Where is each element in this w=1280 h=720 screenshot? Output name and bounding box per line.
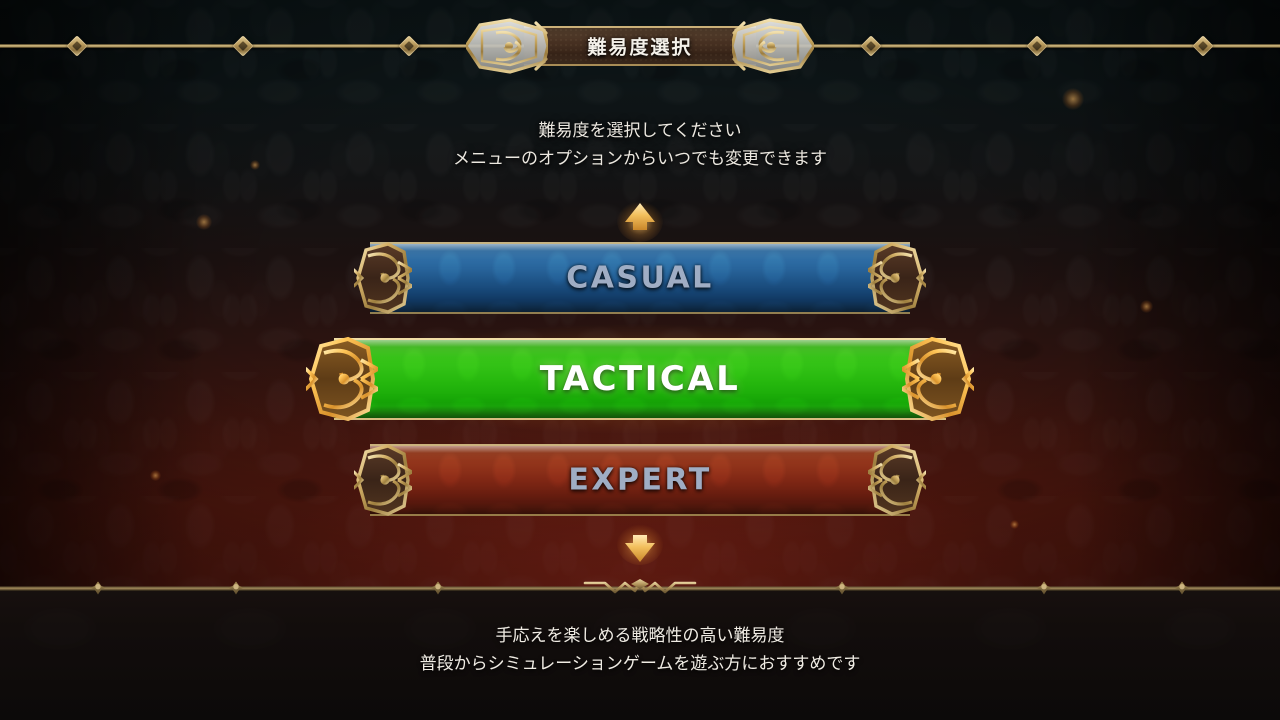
bar-shadow	[370, 300, 910, 312]
bar-highlight	[370, 244, 910, 251]
difficulty-description: 手応えを楽しめる戦略性の高い難易度 普段からシミュレーションゲームを遊ぶ方におす…	[0, 622, 1280, 678]
button-ornament-left-icon	[354, 242, 412, 314]
bar-shadow	[334, 406, 946, 418]
difficulty-select-screen: 難易度選択 難易度を選択してください メニューのオプションからいつでも変更できま…	[0, 0, 1280, 720]
description-line-2: 普段からシミュレーションゲームを遊ぶ方におすすめです	[419, 654, 861, 675]
bar-highlight	[334, 340, 946, 347]
button-ornament-left-icon	[306, 336, 378, 422]
difficulty-button-casual[interactable]: CASUAL	[354, 242, 926, 314]
difficulty-label-casual: CASUAL	[566, 260, 714, 296]
button-ornament-left-icon	[354, 444, 412, 516]
difficulty-button-expert[interactable]: EXPERT	[354, 444, 926, 516]
scroll-down-arrow-icon[interactable]	[617, 521, 663, 567]
button-ornament-right-icon	[902, 336, 974, 422]
bar-highlight	[370, 446, 910, 453]
divider-center-flourish-icon	[583, 579, 697, 594]
button-ornament-right-icon	[868, 242, 926, 314]
difficulty-button-tactical[interactable]: TACTICAL	[306, 336, 974, 422]
description-line-1: 手応えを楽しめる戦略性の高い難易度	[495, 626, 785, 646]
bar-shadow	[370, 502, 910, 514]
difficulty-button-list: CASUAL TACTICAL EXPERT	[0, 0, 1280, 589]
difficulty-label-tactical: TACTICAL	[539, 359, 741, 399]
difficulty-label-expert: EXPERT	[568, 462, 712, 498]
button-ornament-right-icon	[868, 444, 926, 516]
